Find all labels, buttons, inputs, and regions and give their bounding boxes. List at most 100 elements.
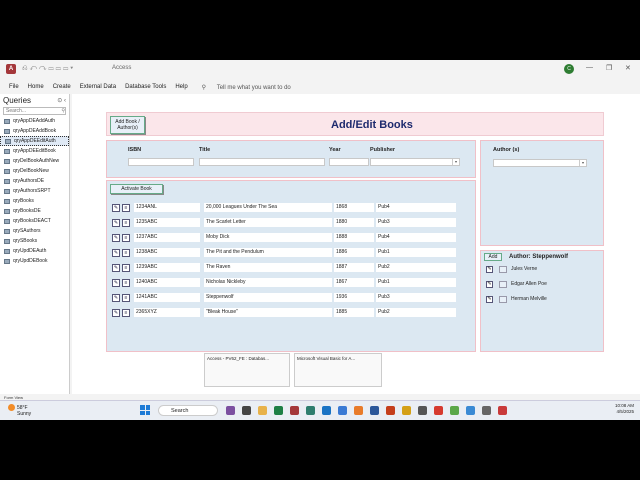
- list-icon[interactable]: ≡: [122, 294, 130, 302]
- book-year-cell[interactable]: 1887: [334, 263, 374, 272]
- menu-home[interactable]: Home: [28, 84, 44, 90]
- restore-icon[interactable]: ❐: [606, 64, 612, 72]
- book-title-cell[interactable]: The Scarlet Letter: [204, 218, 332, 227]
- edit-author-icon[interactable]: ✎: [486, 281, 493, 288]
- book-year-cell[interactable]: 1880: [334, 218, 374, 227]
- taskbar-search[interactable]: Search: [158, 405, 218, 416]
- nav-query-item[interactable]: qryAuthorsSRPT: [0, 186, 69, 196]
- book-year-cell[interactable]: 1936: [334, 293, 374, 302]
- nav-query-item[interactable]: qryBooksDE: [0, 206, 69, 216]
- edit-icon[interactable]: ✎: [112, 294, 120, 302]
- book-pub-cell[interactable]: Pub1: [376, 248, 456, 257]
- book-isbn-cell[interactable]: 1235ABC: [134, 218, 200, 227]
- app-icon-red[interactable]: [434, 406, 443, 415]
- nav-query-item[interactable]: qryAppDEAddAuth: [0, 116, 69, 126]
- list-icon[interactable]: ≡: [122, 249, 130, 257]
- menu-file[interactable]: File: [9, 84, 19, 90]
- book-isbn-cell[interactable]: 1241ABC: [134, 293, 200, 302]
- menu-database-tools[interactable]: Database Tools: [125, 84, 166, 90]
- nav-query-item[interactable]: qryDelBookAuthNew: [0, 156, 69, 166]
- nav-query-item[interactable]: qryUpdDEAuth: [0, 246, 69, 256]
- list-icon[interactable]: ≡: [122, 204, 130, 212]
- book-year-cell[interactable]: 1885: [334, 308, 374, 317]
- list-icon[interactable]: ≡: [122, 234, 130, 242]
- list-icon[interactable]: ≡: [122, 264, 130, 272]
- app-icon-green[interactable]: [450, 406, 459, 415]
- book-year-cell[interactable]: 1868: [334, 203, 374, 212]
- edit-icon[interactable]: ✎: [112, 264, 120, 272]
- system-clock[interactable]: 10:08 AM 4/5/2025: [604, 403, 634, 415]
- book-title-cell[interactable]: Steppenwolf: [204, 293, 332, 302]
- menu-external-data[interactable]: External Data: [80, 84, 116, 90]
- weather-widget[interactable]: 58°F Sunny: [8, 404, 31, 417]
- teams-icon[interactable]: [306, 406, 315, 415]
- thumb-access[interactable]: Access - PV62_FE : Databas...: [204, 353, 290, 387]
- nav-query-item[interactable]: qrySAuthors: [0, 226, 69, 236]
- menu-help[interactable]: Help: [175, 84, 187, 90]
- edit-icon[interactable]: ✎: [112, 279, 120, 287]
- excel-icon[interactable]: [274, 406, 283, 415]
- windows-start-icon[interactable]: [140, 405, 150, 415]
- minimize-icon[interactable]: —: [586, 64, 593, 71]
- thumb-vba[interactable]: Microsoft Visual Basic for A...: [294, 353, 382, 387]
- book-pub-cell[interactable]: Pub4: [376, 233, 456, 242]
- edit-icon[interactable]: ✎: [112, 249, 120, 257]
- add-author-button[interactable]: Add: [484, 253, 502, 261]
- app-icon-dark[interactable]: [498, 406, 507, 415]
- list-icon[interactable]: ≡: [122, 279, 130, 287]
- book-year-cell[interactable]: 1886: [334, 248, 374, 257]
- nav-query-item[interactable]: qryAuthorsDE: [0, 176, 69, 186]
- author-card-icon[interactable]: [499, 266, 507, 273]
- book-title-cell[interactable]: 20,000 Leagues Under The Sea: [204, 203, 332, 212]
- nav-query-item[interactable]: qryDelBookNew: [0, 166, 69, 176]
- nav-collapse-icon[interactable]: ⊙ ‹: [57, 97, 66, 104]
- edit-icon[interactable]: ✎: [112, 309, 120, 317]
- quick-access-toolbar[interactable]: ⎌ ↶ ↷ ▭ ▭ ▭ ▾: [22, 65, 73, 73]
- isbn-field[interactable]: [128, 158, 194, 166]
- copilot-icon[interactable]: [226, 406, 235, 415]
- authors-dropdown[interactable]: ▾: [493, 159, 587, 167]
- book-pub-cell[interactable]: Pub2: [376, 263, 456, 272]
- nav-query-item[interactable]: qryAppDEAddBook: [0, 126, 69, 136]
- book-pub-cell[interactable]: Pub1: [376, 278, 456, 287]
- list-icon[interactable]: ≡: [122, 219, 130, 227]
- book-pub-cell[interactable]: Pub3: [376, 218, 456, 227]
- nav-query-item[interactable]: qryBooksDEACT: [0, 216, 69, 226]
- book-isbn-cell[interactable]: 1237ABC: [134, 233, 200, 242]
- edit-icon[interactable]: ✎: [112, 204, 120, 212]
- book-title-cell[interactable]: Nicholas Nickleby: [204, 278, 332, 287]
- file-explorer-icon[interactable]: [258, 406, 267, 415]
- tell-me-search[interactable]: ⚲ Tell me what you want to do: [202, 84, 291, 91]
- powerpoint-icon[interactable]: [386, 406, 395, 415]
- edit-icon[interactable]: ✎: [112, 234, 120, 242]
- list-icon[interactable]: ≡: [122, 309, 130, 317]
- settings-icon[interactable]: [482, 406, 491, 415]
- outlook-icon[interactable]: [466, 406, 475, 415]
- nav-query-item[interactable]: qryUpdDEBook: [0, 256, 69, 266]
- book-title-cell[interactable]: Moby Dick: [204, 233, 332, 242]
- edit-author-icon[interactable]: ✎: [486, 296, 493, 303]
- book-title-cell[interactable]: The Raven: [204, 263, 332, 272]
- book-isbn-cell[interactable]: 1234ANL: [134, 203, 200, 212]
- book-pub-cell[interactable]: Pub2: [376, 308, 456, 317]
- author-card-icon[interactable]: [499, 296, 507, 303]
- nav-search-input[interactable]: Search... ⚲: [3, 107, 66, 115]
- year-field[interactable]: [329, 158, 369, 166]
- edit-icon[interactable]: ✎: [112, 219, 120, 227]
- book-year-cell[interactable]: 1888: [334, 233, 374, 242]
- word-icon[interactable]: [370, 406, 379, 415]
- edge-icon[interactable]: [322, 406, 331, 415]
- book-title-cell[interactable]: "Bleak House": [204, 308, 332, 317]
- book-pub-cell[interactable]: Pub4: [376, 203, 456, 212]
- nav-query-item[interactable]: qrySBooks: [0, 236, 69, 246]
- avatar[interactable]: C: [564, 64, 574, 74]
- nav-query-item[interactable]: qryBooks: [0, 196, 69, 206]
- task-view-icon[interactable]: [242, 406, 251, 415]
- menu-create[interactable]: Create: [53, 84, 71, 90]
- firefox-icon[interactable]: [354, 406, 363, 415]
- add-book-author-button[interactable]: Add Book / Author(s): [110, 116, 145, 134]
- book-title-cell[interactable]: The Pit and the Pendulum: [204, 248, 332, 257]
- close-icon[interactable]: ✕: [625, 64, 631, 72]
- book-isbn-cell[interactable]: 2365XYZ: [134, 308, 200, 317]
- book-isbn-cell[interactable]: 1239ABC: [134, 263, 200, 272]
